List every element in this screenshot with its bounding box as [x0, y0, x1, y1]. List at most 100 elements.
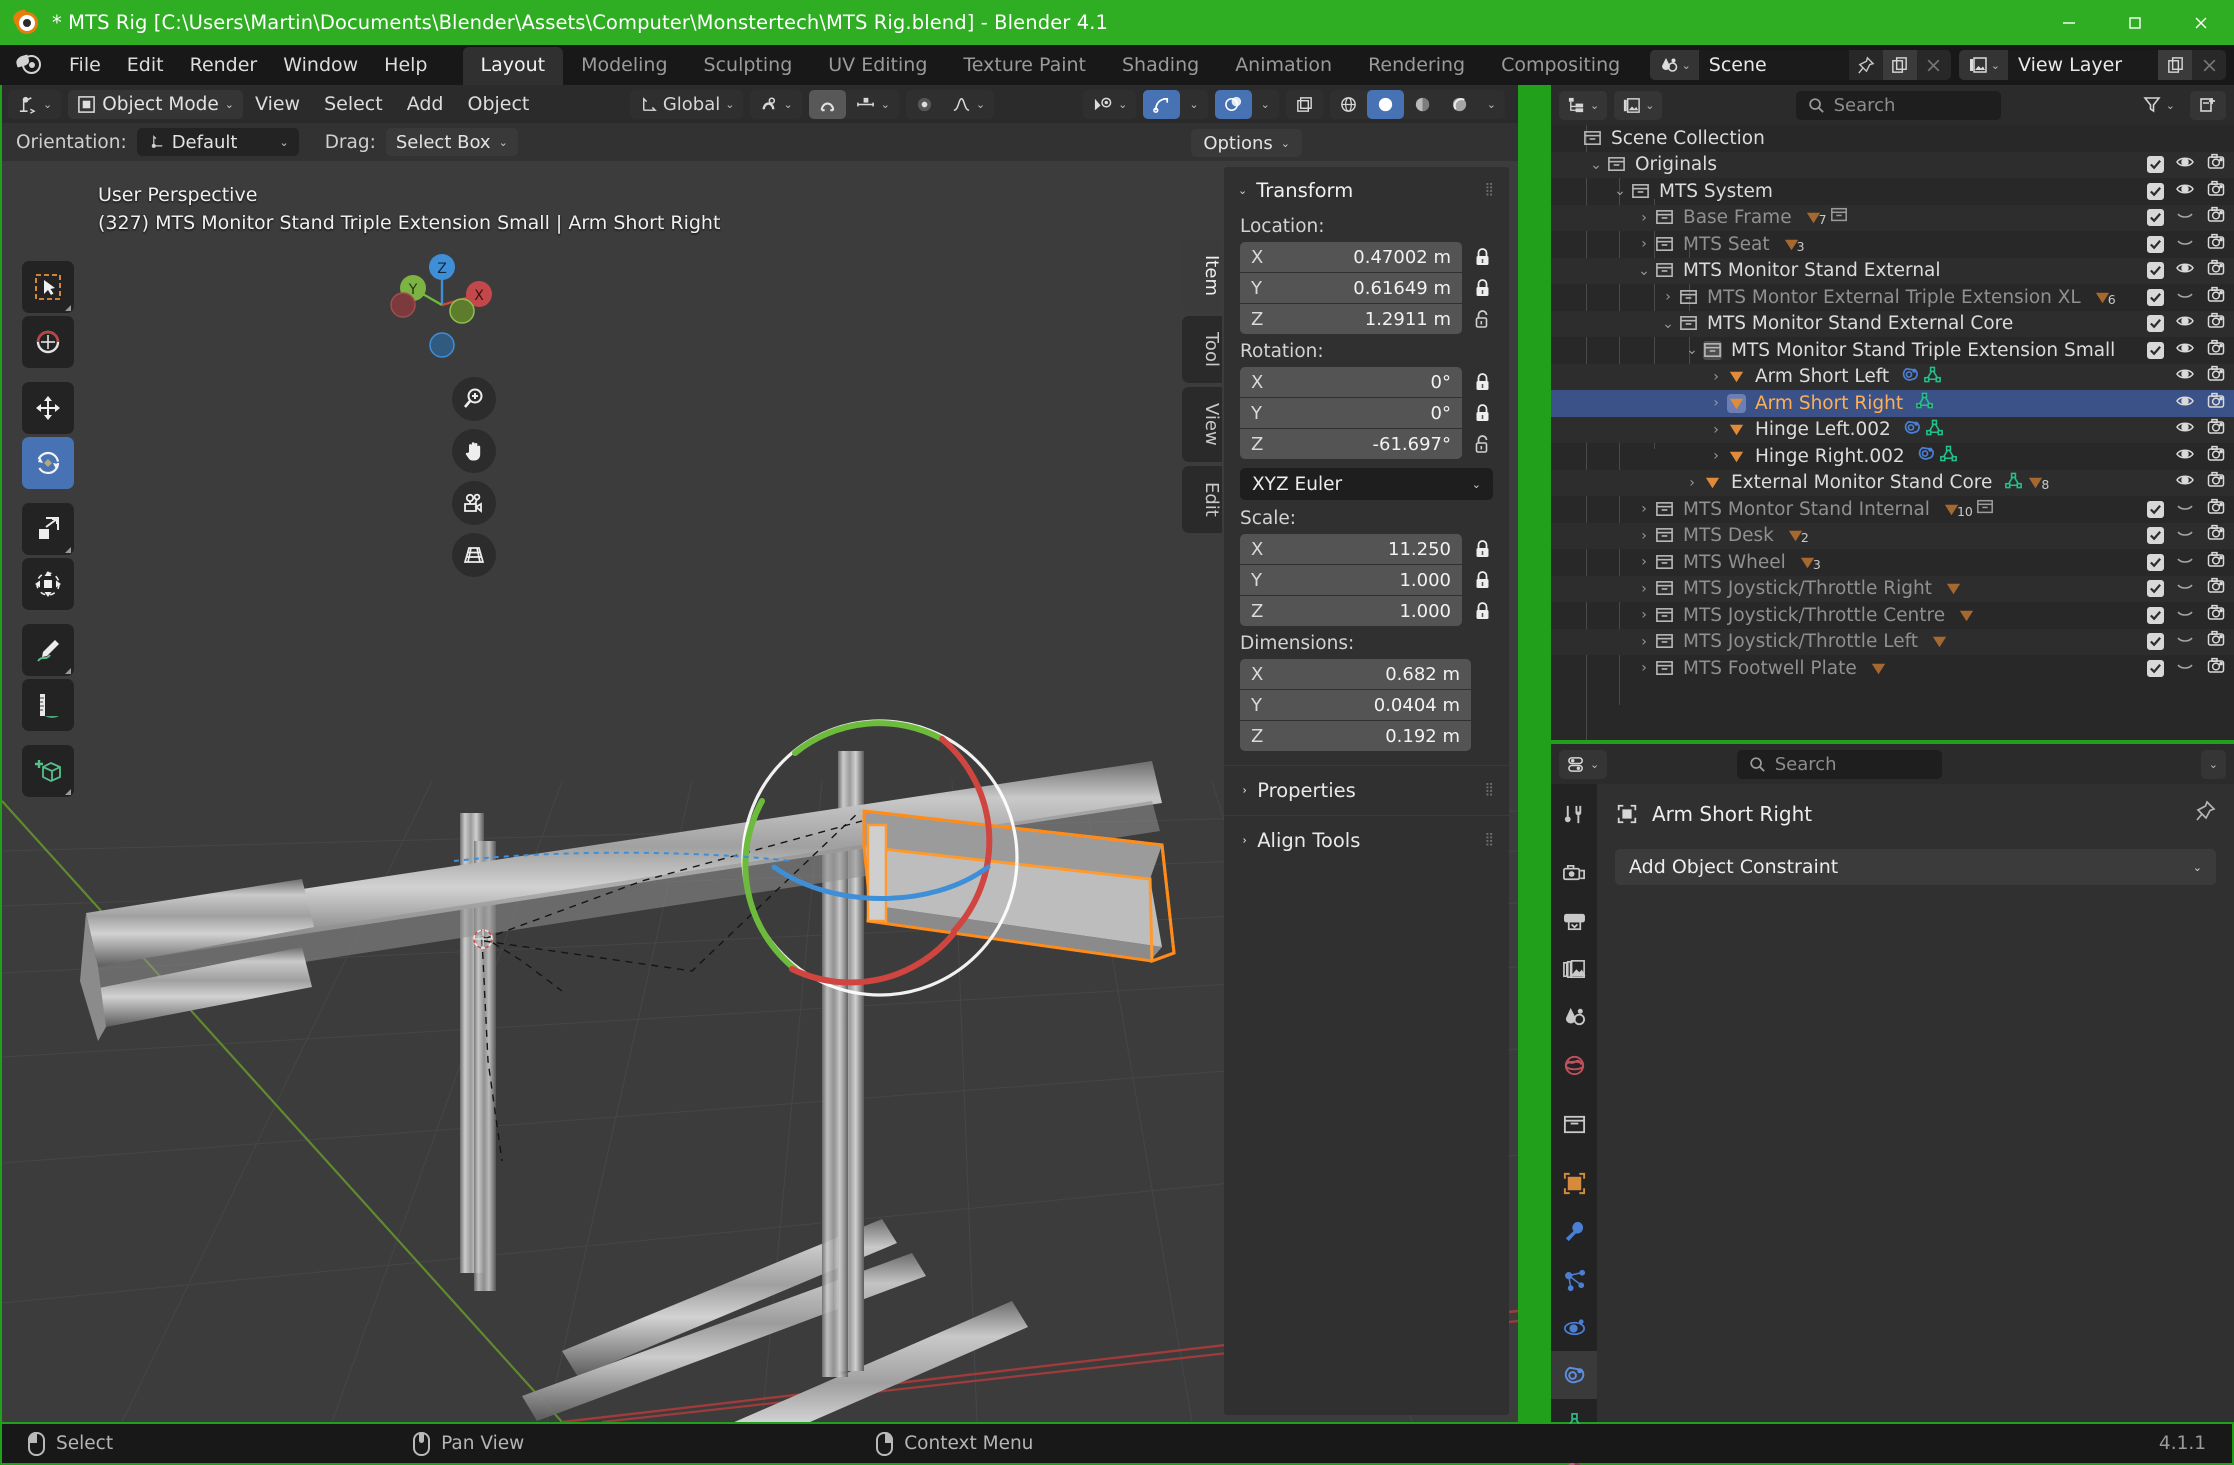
eye-closed-icon[interactable] — [2175, 497, 2195, 522]
camera-render-icon[interactable] — [2206, 629, 2226, 654]
eye-closed-icon[interactable] — [2175, 629, 2195, 654]
outliner-filter-icon[interactable]: ⌄ — [2134, 91, 2183, 120]
proportional-edit-group[interactable]: ⌄ — [905, 89, 995, 119]
display-mode-view-layer-icon[interactable]: ⌄ — [1614, 90, 1663, 120]
lock-scale-y-icon[interactable] — [1471, 570, 1493, 590]
viewport-menu-add[interactable]: Add — [395, 89, 456, 119]
outliner-row-mts-system[interactable]: ⌄ MTS System — [1551, 178, 2234, 205]
exclude-checkbox[interactable] — [2147, 553, 2164, 571]
eye-closed-icon[interactable] — [2175, 656, 2195, 681]
dimensions-x-field[interactable]: X 0.682 m — [1240, 659, 1471, 689]
camera-render-icon[interactable] — [2206, 603, 2226, 628]
scene-icon[interactable]: ⌄ — [1649, 50, 1699, 80]
eye-closed-icon[interactable] — [2175, 576, 2195, 601]
tool-icon[interactable] — [1551, 790, 1597, 838]
outliner-row-mts-monitor-stand-external[interactable]: ⌄ MTS Monitor Stand External — [1551, 257, 2234, 284]
dimensions-y-field[interactable]: Y 0.0404 m — [1240, 690, 1471, 720]
tab-layout[interactable]: Layout — [462, 47, 564, 85]
viewport-options-button[interactable]: Options ⌄ — [1191, 129, 1302, 157]
editor-type-outliner-icon[interactable]: ⌄ — [1559, 90, 1608, 120]
pan-hand-icon[interactable] — [452, 429, 496, 473]
object-visibility-icon[interactable]: ⌄ — [1083, 90, 1136, 119]
modifier-icon[interactable] — [1551, 1207, 1597, 1255]
view-layer-icon[interactable]: ⌄ — [1958, 50, 2008, 80]
camera-render-icon[interactable] — [2206, 576, 2226, 601]
render-icon[interactable] — [1551, 849, 1597, 897]
output-icon[interactable] — [1551, 897, 1597, 945]
disclosure-triangle-icon[interactable]: ⌄ — [1657, 316, 1679, 332]
maximize-button[interactable] — [2102, 0, 2168, 45]
camera-render-icon[interactable] — [2206, 152, 2226, 177]
drag-dropdown[interactable]: Select Box ⌄ — [385, 128, 518, 156]
view-layer-icon[interactable] — [1551, 945, 1597, 993]
menu-edit[interactable]: Edit — [114, 49, 177, 81]
disclosure-triangle-icon[interactable]: ⌄ — [1633, 263, 1655, 279]
scene-icon[interactable] — [1551, 993, 1597, 1041]
outliner-row-originals[interactable]: ⌄ Originals — [1551, 151, 2234, 178]
camera-render-icon[interactable] — [2206, 179, 2226, 204]
disclosure-triangle-icon[interactable]: › — [1705, 448, 1727, 464]
disclosure-triangle-icon[interactable]: › — [1705, 422, 1727, 438]
view-layer-selector[interactable]: ⌄ View Layer — [1958, 50, 2226, 80]
exclude-checkbox[interactable] — [2147, 580, 2164, 598]
exclude-checkbox[interactable] — [2147, 288, 2164, 306]
editor-type-properties-icon[interactable]: ⌄ — [1559, 749, 1608, 779]
outliner-row-external-monitor-stand-core[interactable]: › External Monitor Stand Core 8 — [1551, 469, 2234, 496]
outliner-row-mts-montor-stand-internal[interactable]: › MTS Montor Stand Internal 10 — [1551, 496, 2234, 523]
outliner-row-mts-montor-external-triple-extension-xl[interactable]: › MTS Montor External Triple Extension X… — [1551, 284, 2234, 311]
disclosure-triangle-icon[interactable]: › — [1681, 475, 1703, 491]
tab-animation[interactable]: Animation — [1217, 47, 1350, 85]
camera-render-icon[interactable] — [2206, 656, 2226, 681]
tab-shading[interactable]: Shading — [1104, 47, 1217, 85]
interaction-mode-selector[interactable]: Object Mode ⌄ — [68, 89, 243, 119]
eye-open-icon[interactable] — [2175, 391, 2195, 416]
disclosure-triangle-icon[interactable]: › — [1633, 210, 1655, 226]
location-x-field[interactable]: X 0.47002 m — [1240, 242, 1462, 272]
camera-render-icon[interactable] — [2206, 205, 2226, 230]
camera-render-icon[interactable] — [2206, 285, 2226, 310]
dimensions-z-field[interactable]: Z 0.192 m — [1240, 721, 1471, 751]
exclude-checkbox[interactable] — [2147, 209, 2164, 227]
tab-compositing[interactable]: Compositing — [1483, 47, 1638, 85]
orthographic-grid-icon[interactable] — [452, 533, 496, 577]
eye-open-icon[interactable] — [2175, 311, 2195, 336]
viewport-menu-select[interactable]: Select — [312, 89, 395, 119]
new-view-layer-icon[interactable] — [2158, 50, 2192, 80]
solid-shading-icon[interactable] — [1366, 89, 1404, 119]
new-collection-icon[interactable] — [2190, 90, 2226, 120]
outliner-row-mts-monitor-stand-external-core[interactable]: ⌄ MTS Monitor Stand External Core — [1551, 310, 2234, 337]
editor-type-3d-viewport-icon[interactable]: ⌄ — [8, 90, 61, 119]
outliner-tree[interactable]: Scene Collection ⌄ Originals ⌄ MTS System… — [1551, 125, 2234, 740]
add-object-constraint-dropdown[interactable]: Add Object Constraint ⌄ — [1615, 849, 2216, 885]
particles-icon[interactable] — [1551, 1255, 1597, 1303]
outliner-row-hinge-left-002[interactable]: › Hinge Left.002 — [1551, 416, 2234, 443]
zoom-icon[interactable] — [452, 377, 496, 421]
eye-open-icon[interactable] — [2175, 364, 2195, 389]
disclosure-triangle-icon[interactable]: › — [1633, 501, 1655, 517]
sidebar-tab-edit[interactable]: Edit — [1182, 465, 1222, 533]
outliner-row-mts-footwell-plate[interactable]: › MTS Footwell Plate — [1551, 655, 2234, 682]
move-tool[interactable] — [22, 382, 74, 434]
outliner-row-mts-joystick-throttle-right[interactable]: › MTS Joystick/Throttle Right — [1551, 575, 2234, 602]
sidebar-tab-item[interactable]: Item — [1182, 239, 1222, 312]
properties-options-icon[interactable]: ⌄ — [2200, 749, 2226, 779]
camera-render-icon[interactable] — [2206, 417, 2226, 442]
disclosure-triangle-icon[interactable]: › — [1633, 554, 1655, 570]
disclosure-triangle-icon[interactable]: › — [1633, 607, 1655, 623]
menu-help[interactable]: Help — [371, 49, 440, 81]
tab-modeling[interactable]: Modeling — [563, 47, 685, 85]
align-tools-panel-header[interactable]: ⌄ Align Tools ⣿ — [1224, 815, 1509, 865]
disclosure-triangle-icon[interactable]: ⌄ — [1609, 183, 1631, 199]
eye-open-icon[interactable] — [2175, 338, 2195, 363]
navigation-gizmo[interactable]: Z X Y — [382, 245, 502, 365]
disclosure-triangle-icon[interactable]: › — [1657, 289, 1679, 305]
eye-open-icon[interactable] — [2175, 152, 2195, 177]
camera-icon[interactable] — [452, 481, 496, 525]
rotation-z-field[interactable]: Z -61.697° — [1240, 429, 1462, 459]
camera-render-icon[interactable] — [2206, 311, 2226, 336]
menu-window[interactable]: Window — [270, 49, 371, 81]
transform-tool[interactable] — [22, 558, 74, 610]
tweak-select-tool[interactable] — [22, 261, 74, 313]
disclosure-triangle-icon[interactable]: › — [1633, 581, 1655, 597]
outliner-row-arm-short-right[interactable]: › Arm Short Right — [1551, 390, 2234, 417]
